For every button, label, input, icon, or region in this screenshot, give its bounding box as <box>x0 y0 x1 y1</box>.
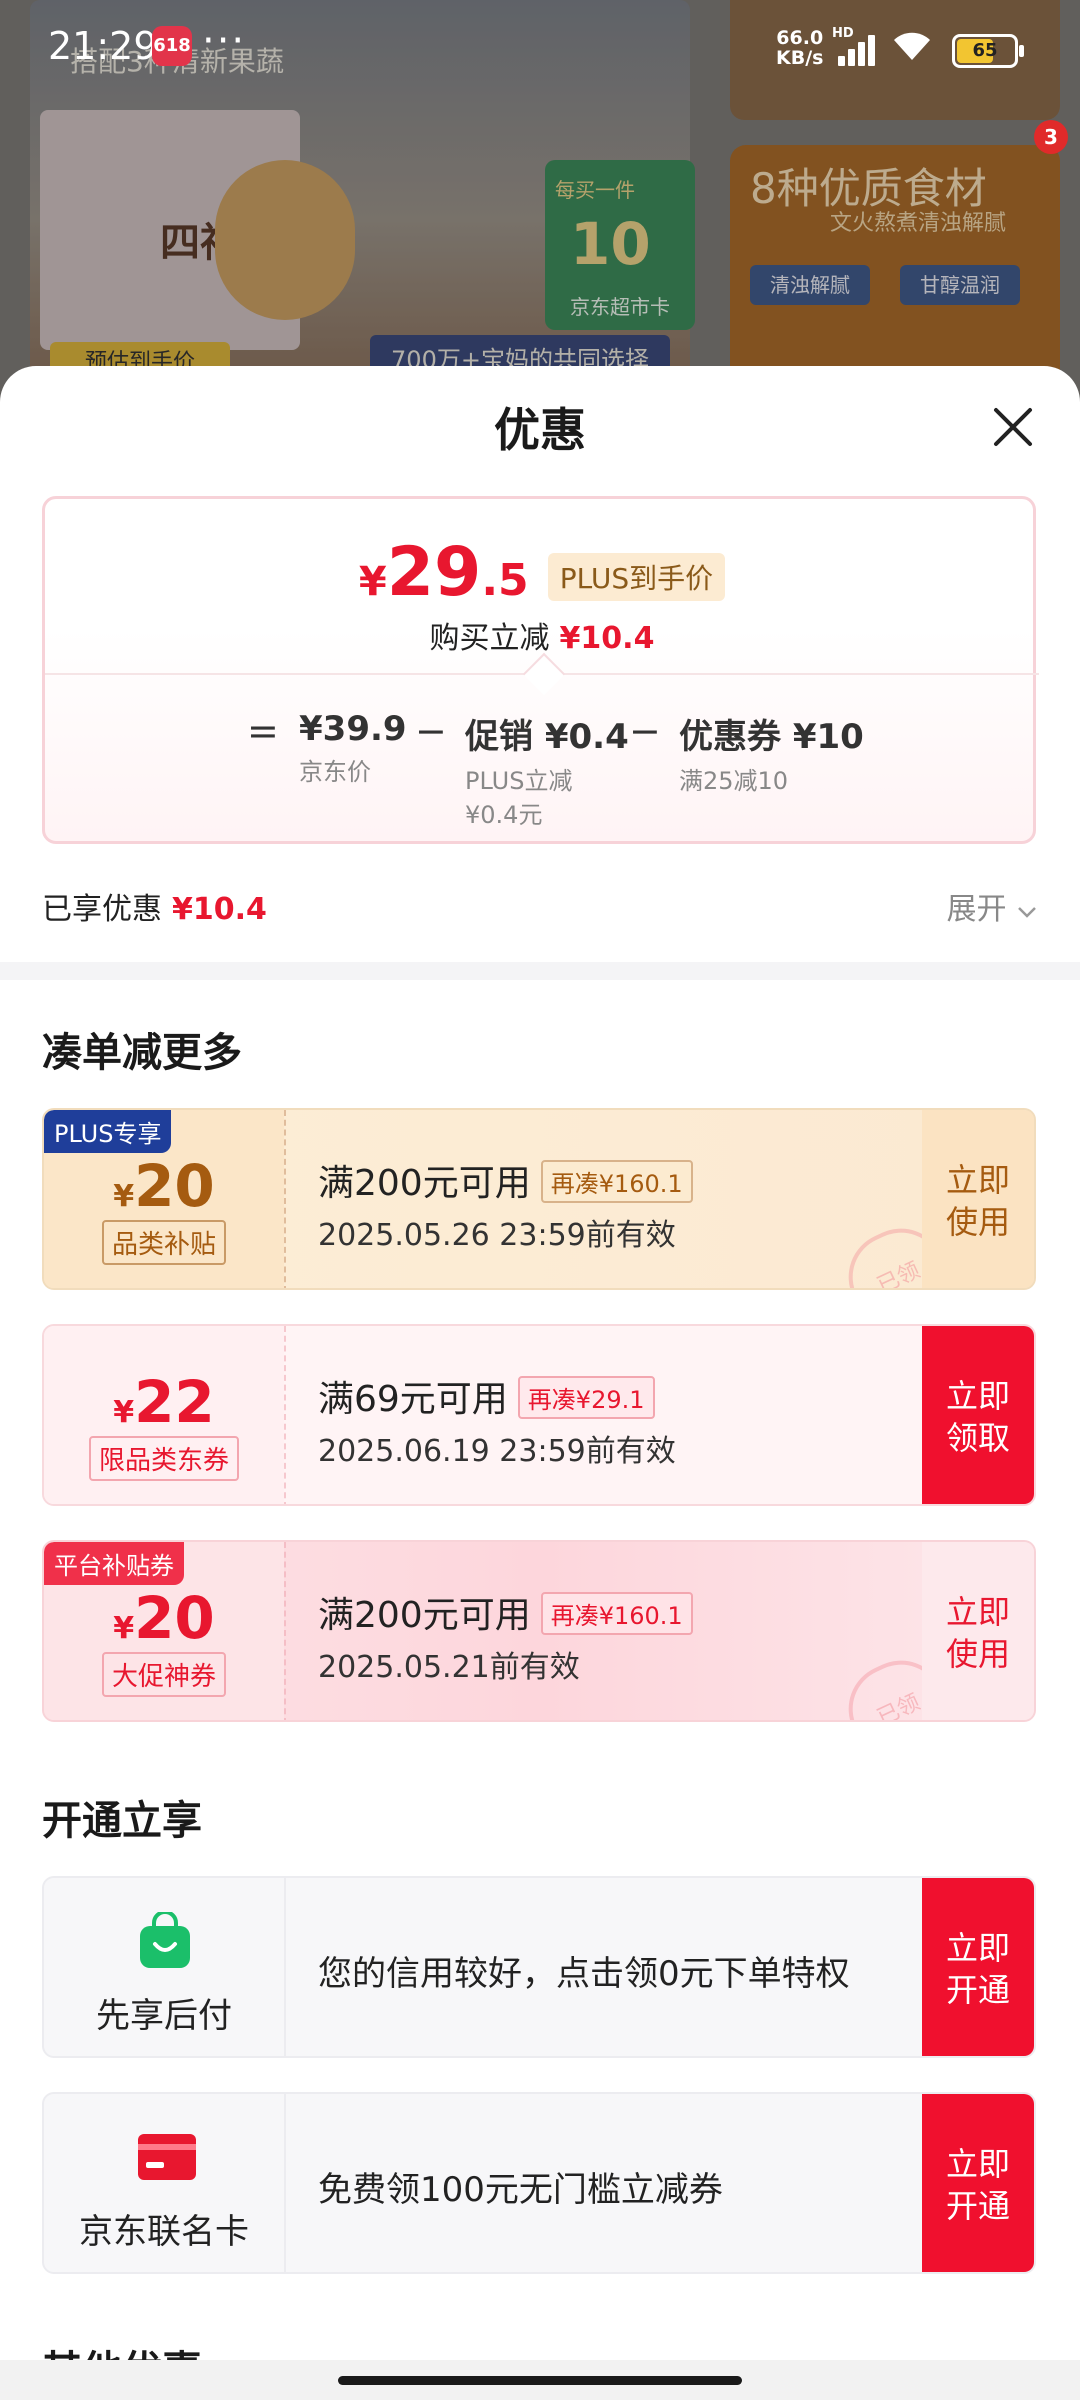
condition-text: 满69元可用 <box>318 1379 508 1420</box>
price-summary-card: ¥29.5 PLUS到手价 购买立减 ¥10.4 = ¥39.9 京东价 − 促销… <box>42 496 1039 844</box>
coupon-amount: 20 <box>134 1152 215 1220</box>
sheet-title: 优惠 <box>494 403 586 457</box>
service-icon-area: 先享后付 <box>44 1878 286 2056</box>
app-notification-icon: 618 <box>152 26 192 66</box>
price-currency: ¥ <box>358 559 387 605</box>
price-integer: 29 <box>386 533 482 612</box>
status-bar: 21:29 618 ··· 66.0 KB/s HD 65 <box>0 0 1080 100</box>
coupon-category: 品类补贴 <box>101 1220 227 1265</box>
breakdown-item-jd-price: ¥39.9 京东价 <box>299 709 407 789</box>
perforation <box>284 1542 286 1720</box>
chevron-down-icon <box>1018 907 1036 918</box>
coupon-amount: 22 <box>134 1368 215 1436</box>
condition-text: 满200元可用 <box>318 1163 531 1204</box>
service-name: 京东联名卡 <box>79 2212 249 2252</box>
claim-now-button[interactable]: 立即 领取 <box>922 1326 1034 1504</box>
coupon-category: 限品类东券 <box>88 1436 240 1481</box>
price-decimal: .5 <box>481 555 529 606</box>
breakdown-note: PLUS立减 <box>465 767 573 795</box>
instant-reduction: 购买立减 ¥10.4 <box>45 613 1039 657</box>
network-speed: 66.0 KB/s <box>776 28 823 68</box>
discount-sheet: 优惠 ¥29.5 PLUS到手价 购买立减 ¥10.4 = ¥39.9 京东价 −… <box>0 366 1080 2400</box>
coupon-category: 大促神券 <box>101 1652 227 1697</box>
battery-icon: 65 <box>952 34 1024 68</box>
use-now-button[interactable]: 立即 使用 <box>922 1110 1034 1288</box>
breakdown-note: 京东价 <box>299 758 371 786</box>
service-description: 免费领100元无门槛立减券 <box>318 2170 723 2210</box>
add-more-tag: 再凑¥29.1 <box>517 1375 655 1419</box>
breakdown-value: ¥39.9 <box>299 709 407 749</box>
coupon-condition: 满200元可用 再凑¥160.1 <box>318 1586 693 1639</box>
use-now-button[interactable]: 立即 使用 <box>922 1542 1034 1720</box>
enjoyed-amount: ¥10.4 <box>172 892 267 927</box>
cart-count-badge: 3 <box>1034 120 1068 154</box>
perforation <box>284 1110 286 1288</box>
coupon-card[interactable]: ¥22 限品类东券 满69元可用 再凑¥29.1 2025.06.19 23:59… <box>42 1324 1036 1506</box>
add-more-tag: 再凑¥160.1 <box>540 1159 693 1203</box>
service-description: 您的信用较好，点击领0元下单特权 <box>318 1954 850 1994</box>
shopping-bag-icon <box>136 1910 194 1970</box>
service-card-cobrand[interactable]: 京东联名卡 免费领100元无门槛立减券 立即 开通 <box>42 2092 1036 2274</box>
enjoyed-label: 已享优惠 <box>42 892 162 927</box>
net-speed-unit: KB/s <box>776 47 824 69</box>
section-title-more: 凑单减更多 <box>42 1030 242 1076</box>
reduction-label: 购买立减 <box>429 621 550 656</box>
wifi-icon <box>890 28 934 73</box>
coupon-currency: ¥ <box>113 1395 135 1430</box>
coupon-corner-badge: 平台补贴券 <box>44 1542 184 1585</box>
breakdown-value: 促销 ¥0.4 <box>465 717 629 757</box>
breakdown-note: 满25减10 <box>679 767 789 795</box>
net-speed-value: 66.0 <box>776 27 824 49</box>
breakdown-value: 优惠券 ¥10 <box>679 717 864 757</box>
section-title-open: 开通立享 <box>42 1798 202 1844</box>
expand-button[interactable]: 展开 <box>946 884 1038 928</box>
coupon-condition: 满69元可用 再凑¥29.1 <box>318 1370 655 1423</box>
clock: 21:29 <box>48 24 158 68</box>
coupon-corner-badge: PLUS专享 <box>44 1110 172 1153</box>
price-breakdown: = ¥39.9 京东价 − 促销 ¥0.4 PLUS立减 ¥0.4元 − 优惠券… <box>45 709 1039 839</box>
equals-sign: = <box>247 709 279 753</box>
coupon-validity: 2025.06.19 23:59前有效 <box>318 1434 676 1469</box>
battery-level: 65 <box>972 40 998 61</box>
open-now-button[interactable]: 立即 开通 <box>922 1878 1034 2056</box>
credit-card-icon <box>136 2128 196 2186</box>
coupon-validity: 2025.05.26 23:59前有效 <box>318 1218 676 1253</box>
final-price: ¥29.5 PLUS到手价 <box>45 533 1039 615</box>
coupon-card[interactable]: ¥20 大促神券 平台补贴券 满200元可用 再凑¥160.1 2025.05.2… <box>42 1540 1036 1722</box>
close-icon[interactable] <box>990 404 1036 450</box>
add-more-tag: 再凑¥160.1 <box>540 1591 693 1635</box>
section-separator <box>0 962 1080 980</box>
pointer-caret <box>522 652 566 696</box>
coupon-currency: ¥ <box>113 1179 135 1214</box>
coupon-currency: ¥ <box>113 1611 135 1646</box>
service-name: 先享后付 <box>96 1996 232 2036</box>
service-icon-area: 京东联名卡 <box>44 2094 286 2272</box>
more-notifications-icon: ··· <box>202 18 247 64</box>
reduction-amount: ¥10.4 <box>559 621 655 656</box>
coupon-validity: 2025.05.21前有效 <box>318 1650 580 1685</box>
coupon-value-area: ¥22 限品类东券 <box>44 1326 284 1504</box>
breakdown-item-coupon: 优惠券 ¥10 满25减10 <box>679 709 864 798</box>
hd-label: HD <box>832 26 854 41</box>
coupon-card[interactable]: ¥20 品类补贴 PLUS专享 满200元可用 再凑¥160.1 2025.05.… <box>42 1108 1036 1290</box>
minus-sign: − <box>415 709 447 753</box>
plus-price-tag: PLUS到手价 <box>547 552 726 601</box>
coupon-amount: 20 <box>134 1584 215 1652</box>
minus-sign: − <box>629 709 661 753</box>
service-card-pay-later[interactable]: 先享后付 您的信用较好，点击领0元下单特权 立即 开通 <box>42 1876 1036 2058</box>
expand-label: 展开 <box>946 892 1007 927</box>
breakdown-note-2: ¥0.4元 <box>465 801 543 829</box>
perforation <box>284 1326 286 1504</box>
open-now-button[interactable]: 立即 开通 <box>922 2094 1034 2272</box>
condition-text: 满200元可用 <box>318 1595 531 1636</box>
home-gesture-handle[interactable] <box>338 2376 742 2385</box>
enjoyed-discount: 已享优惠 ¥10.4 <box>42 884 267 928</box>
breakdown-item-promo: 促销 ¥0.4 PLUS立减 ¥0.4元 <box>465 709 629 832</box>
coupon-condition: 满200元可用 再凑¥160.1 <box>318 1154 693 1207</box>
